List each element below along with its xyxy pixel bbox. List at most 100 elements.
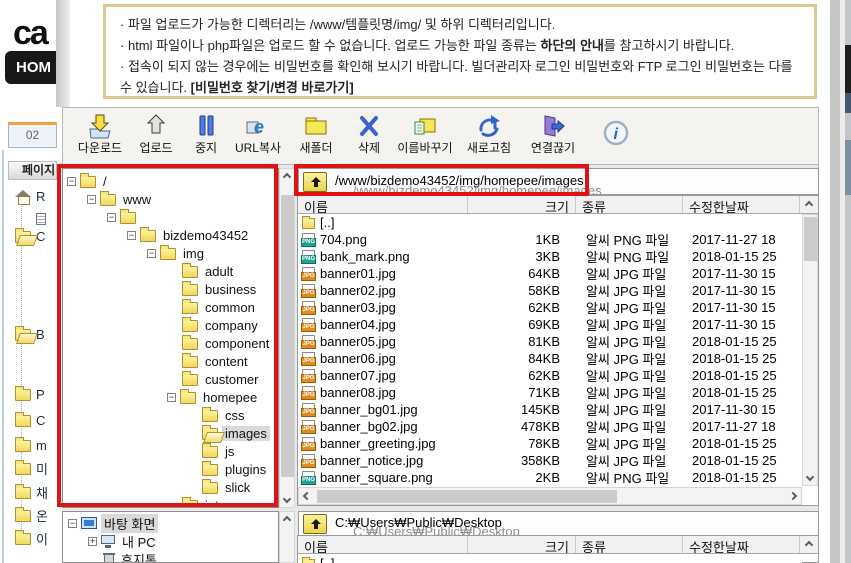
tree-node-/[interactable]: −/: [63, 172, 278, 190]
file-row[interactable]: banner01.jpg64KB알씨 JPG 파일2017-11-30 15: [298, 265, 802, 282]
sidebar-item[interactable]: [36, 211, 51, 227]
browser-scrollbar-track[interactable]: [830, 0, 840, 563]
col-size[interactable]: 크기: [468, 536, 576, 553]
expander-icon[interactable]: −: [107, 213, 116, 222]
col-name[interactable]: 이름: [298, 536, 468, 553]
tree-node-unnamed[interactable]: −: [63, 208, 278, 226]
sidebar-item[interactable]: P: [15, 386, 45, 402]
scroll-thumb[interactable]: [281, 195, 294, 477]
tree-node-adult[interactable]: adult: [63, 262, 278, 280]
file-row[interactable]: 704.png1KB알씨 PNG 파일2017-11-27 18: [298, 231, 802, 248]
tree-node-www[interactable]: −www: [63, 190, 278, 208]
file-row[interactable]: [..]: [298, 555, 802, 563]
scroll-down-button[interactable]: [803, 470, 817, 484]
header-scroll-up[interactable]: [800, 536, 818, 553]
file-row[interactable]: banner06.jpg84KB알씨 JPG 파일2018-01-15 25: [298, 350, 802, 367]
sidebar-item[interactable]: 온: [15, 507, 48, 523]
local-tree-scrollbar[interactable]: [279, 511, 295, 563]
expander-icon[interactable]: −: [87, 195, 96, 204]
col-name[interactable]: 이름: [298, 196, 468, 213]
scroll-up-button[interactable]: [280, 170, 294, 184]
col-type[interactable]: 종류: [576, 196, 683, 213]
sidebar-item[interactable]: m: [15, 437, 47, 453]
file-row[interactable]: banner05.jpg81KB알씨 JPG 파일2018-01-15 25: [298, 333, 802, 350]
scroll-down-button[interactable]: [280, 492, 294, 506]
file-row[interactable]: banner03.jpg62KB알씨 JPG 파일2017-11-30 15: [298, 299, 802, 316]
expander-icon[interactable]: +: [88, 537, 97, 546]
sidebar-item[interactable]: 채: [15, 484, 48, 500]
col-date[interactable]: 수정한날짜: [683, 536, 800, 553]
expander-icon[interactable]: −: [127, 231, 136, 240]
tree-node-bizdemo43452[interactable]: −bizdemo43452: [63, 226, 278, 244]
tree-node-img[interactable]: −img: [63, 244, 278, 262]
scroll-left-button[interactable]: [300, 489, 314, 503]
sidebar-item[interactable]: C: [15, 228, 45, 244]
sidebar-item[interactable]: 미: [15, 460, 48, 476]
tree-node-customer[interactable]: customer: [63, 370, 278, 388]
expander-icon[interactable]: −: [147, 249, 156, 258]
tree-node-css[interactable]: css: [63, 406, 278, 424]
tree-node-plugins[interactable]: plugins: [63, 460, 278, 478]
local-path-bar[interactable]: C:₩Users₩Public₩Desktop C:₩Users₩Public₩…: [298, 511, 819, 536]
sidebar-item[interactable]: 이: [15, 530, 48, 546]
stop-button[interactable]: 중지: [183, 113, 229, 156]
remote-list-vscrollbar[interactable]: [802, 214, 818, 486]
file-row[interactable]: banner07.jpg62KB알씨 JPG 파일2018-01-15 25: [298, 367, 802, 384]
tree-node-content[interactable]: content: [63, 352, 278, 370]
password-link[interactable]: [비밀번호 찾기/변경 바로가기]: [191, 80, 354, 95]
tree-node-homepee[interactable]: −homepee: [63, 388, 278, 406]
expander-icon[interactable]: −: [67, 177, 76, 186]
tree-node-slick[interactable]: slick: [63, 478, 278, 496]
remote-tree-scrollbar[interactable]: [279, 168, 295, 508]
file-row[interactable]: banner02.jpg58KB알씨 JPG 파일2017-11-30 15: [298, 282, 802, 299]
tree-node-intro[interactable]: intro: [63, 496, 278, 508]
file-row[interactable]: banner_greeting.jpg78KB알씨 JPG 파일2018-01-…: [298, 435, 802, 452]
tree-node-mypc[interactable]: + 내 PC: [63, 532, 278, 550]
sidebar-item[interactable]: B: [15, 326, 45, 342]
file-row[interactable]: banner_square.png2KB알씨 PNG 파일2018-01-15 …: [298, 469, 802, 486]
browser-scrollbar[interactable]: [845, 0, 851, 563]
delete-button[interactable]: 삭제: [345, 113, 393, 156]
file-row[interactable]: banner04.jpg69KB알씨 JPG 파일2017-11-30 15: [298, 316, 802, 333]
tree-node-desktop[interactable]: − 바탕 화면: [63, 514, 278, 532]
col-type[interactable]: 종류: [576, 536, 683, 553]
col-size[interactable]: 크기: [468, 196, 576, 213]
file-row[interactable]: banner_bg02.jpg478KB알씨 JPG 파일2017-11-27 …: [298, 418, 802, 435]
upload-button[interactable]: 업로드: [129, 113, 183, 156]
rename-button[interactable]: 이름바꾸기: [393, 113, 457, 156]
remote-path-bar[interactable]: /www/bizdemo43452/img/homepee/images /ww…: [298, 168, 819, 195]
new-folder-button[interactable]: 새폴더: [287, 113, 345, 156]
tree-node-company[interactable]: company: [63, 316, 278, 334]
file-row[interactable]: [..]: [298, 214, 802, 231]
tree-node-recyclebin[interactable]: 휴지통: [63, 550, 278, 563]
remote-list-hscrollbar[interactable]: [298, 487, 802, 505]
expander-icon[interactable]: −: [167, 393, 176, 402]
sidebar-item[interactable]: C: [15, 412, 45, 428]
tree-node-images[interactable]: images: [63, 424, 278, 442]
refresh-button[interactable]: 새로고침: [457, 113, 521, 156]
url-copy-button[interactable]: e URL복사: [229, 113, 287, 156]
scroll-right-button[interactable]: [786, 489, 800, 503]
tree-node-js[interactable]: js: [63, 442, 278, 460]
scroll-thumb[interactable]: [317, 490, 617, 503]
tree-node-component[interactable]: component: [63, 334, 278, 352]
folder-up-button[interactable]: [303, 514, 327, 534]
disconnect-button[interactable]: 연결끊기: [521, 113, 585, 156]
scroll-thumb[interactable]: [804, 217, 817, 261]
tree-node-common[interactable]: common: [63, 298, 278, 316]
download-button[interactable]: 다운로드: [71, 113, 129, 156]
expander-icon[interactable]: −: [68, 519, 77, 528]
header-scroll-up[interactable]: [800, 196, 818, 213]
file-row[interactable]: bank_mark.png3KB알씨 PNG 파일2018-01-15 25: [298, 248, 802, 265]
home-button[interactable]: HOM: [5, 51, 57, 84]
folder-up-button[interactable]: [303, 172, 327, 192]
file-row[interactable]: banner_bg01.jpg145KB알씨 JPG 파일2017-11-30 …: [298, 401, 802, 418]
file-row[interactable]: banner_notice.jpg358KB알씨 JPG 파일2018-01-1…: [298, 452, 802, 469]
file-row[interactable]: banner08.jpg71KB알씨 JPG 파일2018-01-15 25: [298, 384, 802, 401]
scroll-up-button[interactable]: [280, 513, 294, 527]
info-button[interactable]: i: [601, 118, 631, 153]
sidebar-item[interactable]: R: [15, 188, 45, 204]
tree-node-business[interactable]: business: [63, 280, 278, 298]
browser-scrollbar-thumb[interactable]: [845, 45, 851, 93]
col-date[interactable]: 수정한날짜: [683, 196, 800, 213]
